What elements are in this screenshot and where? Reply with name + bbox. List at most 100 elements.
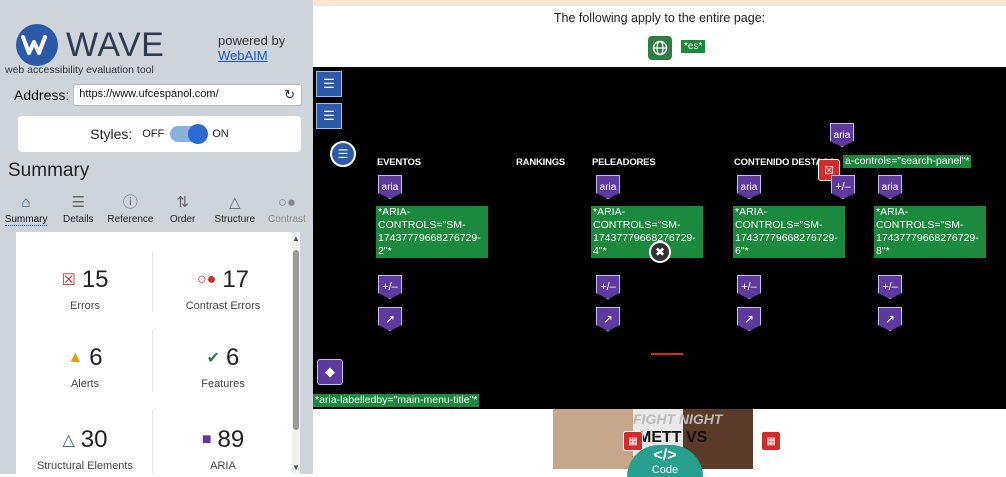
apply-text: The following apply to the entire page: <box>553 11 766 25</box>
code-toggle-button[interactable]: </> Code <box>627 445 703 477</box>
home-icon: ⌂ <box>21 194 31 211</box>
stat-value: 6 <box>226 344 240 371</box>
expand-toggle-icon[interactable]: +/– <box>878 275 902 299</box>
code-label: Code <box>651 464 679 476</box>
address-bar: Address: https://www.ufcespanol.com/ ↻ <box>14 84 302 106</box>
scroll-down-icon[interactable]: ▼ <box>292 463 300 472</box>
contrast-error-icon: ○● <box>196 271 217 288</box>
tab-label: Structure <box>214 214 256 225</box>
address-value: https://www.ufcespanol.com/ <box>79 88 219 100</box>
expand-toggle-icon[interactable]: +/– <box>378 275 402 299</box>
webaim-link[interactable]: WebAIM <box>218 48 285 63</box>
close-circle-icon[interactable]: ✖ <box>649 241 671 263</box>
stat-aria[interactable]: ■ 89 ARIA <box>154 426 292 472</box>
stat-contrast-errors[interactable]: ○● 17 Contrast Errors <box>154 266 292 312</box>
aria-icon: ■ <box>201 431 212 448</box>
nav-menu-area: ☰ ☰ ☰ aria EVENTOS RANKINGS PELEADORES C… <box>313 67 1006 409</box>
feature-icon: ✔ <box>206 350 221 367</box>
tab-label: Summary <box>4 214 48 226</box>
image-error-icon[interactable]: ▦ <box>761 431 781 451</box>
external-link-icon[interactable]: ↗ <box>596 307 620 331</box>
aria-label: aria <box>881 181 899 193</box>
external-link-icon[interactable]: ↗ <box>878 307 902 331</box>
tag-icon[interactable]: ◆ <box>317 359 343 385</box>
stat-alerts[interactable]: ▲ 6 Alerts <box>16 344 154 390</box>
language-code-label: *es* <box>681 40 706 53</box>
error-icon: ☒ <box>61 272 76 289</box>
aria-label: aria <box>381 181 399 193</box>
tab-details[interactable]: ☰ Details <box>52 190 104 232</box>
aria-icon[interactable]: aria <box>596 175 620 199</box>
stat-label: Structural Elements <box>37 460 133 472</box>
tab-structure[interactable]: △ Structure <box>209 190 261 232</box>
active-underline <box>651 353 683 355</box>
scroll-up-icon[interactable]: ▲ <box>292 234 300 243</box>
external-link-icon[interactable]: ↗ <box>378 307 402 331</box>
stat-value: 30 <box>80 426 108 453</box>
stat-label: Contrast Errors <box>185 300 261 312</box>
tagline: web accessibility evaluation tool <box>5 64 154 76</box>
wave-logo[interactable]: WAVE <box>16 24 164 66</box>
powered-by-text: powered by <box>218 33 286 48</box>
aria-icon[interactable]: aria <box>830 123 854 147</box>
structure-icon: △ <box>62 432 75 449</box>
stat-features[interactable]: ✔ 6 Features <box>154 344 292 390</box>
tab-order[interactable]: ⇅ Order <box>157 190 209 232</box>
address-input[interactable]: https://www.ufcespanol.com/ ↻ <box>73 84 302 106</box>
scroll-thumb[interactable] <box>293 250 299 430</box>
aria-icon[interactable]: aria <box>737 175 761 199</box>
reload-icon[interactable]: ↻ <box>284 87 295 103</box>
page-preview: The following apply to the entire page: … <box>313 6 1006 477</box>
summary-panel: ☒ 15 Errors ○● 17 Contrast Errors ▲ 6 Alert… <box>16 232 292 474</box>
summary-tabs: ⌂ Summary ☰ Details ⓘ Reference ⇅ Order … <box>0 190 313 232</box>
nav-item-eventos[interactable]: EVENTOS <box>377 157 421 168</box>
toggle-knob <box>188 124 209 144</box>
list-structure-icon[interactable]: ☰ <box>316 103 342 129</box>
pm-label: +/– <box>741 281 757 293</box>
external-link-icon[interactable]: ↗ <box>737 307 761 331</box>
tab-label: Reference <box>107 214 154 225</box>
language-icon[interactable] <box>648 36 672 60</box>
aria-icon[interactable]: aria <box>878 175 902 199</box>
tab-summary[interactable]: ⌂ Summary <box>0 190 52 232</box>
info-icon: ⓘ <box>122 194 138 211</box>
tab-contrast[interactable]: ○● Contrast <box>261 190 313 232</box>
stat-label: Errors <box>70 300 100 312</box>
fighter-left <box>553 409 633 469</box>
styles-toggle[interactable] <box>170 124 209 144</box>
expand-toggle-icon[interactable]: +/– <box>831 175 855 199</box>
wave-logo-icon <box>16 24 58 66</box>
list-round-icon[interactable]: ☰ <box>330 141 356 167</box>
expand-toggle-icon[interactable]: +/– <box>737 275 761 299</box>
hero-area: FIGHT NIGHT METT VS ▦ ▦ </> Code <box>313 409 1006 477</box>
stat-label: ARIA <box>210 460 236 472</box>
stat-structural[interactable]: △ 30 Structural Elements <box>16 426 154 472</box>
nav-item-peleadores[interactable]: PELEADORES <box>592 157 656 168</box>
pm-label: +/– <box>600 281 616 293</box>
logo-text: WAVE <box>66 25 165 64</box>
styles-on-label: ON <box>212 128 229 140</box>
nav-item-rankings[interactable]: RANKINGS <box>516 157 565 168</box>
stat-label: Features <box>201 378 245 390</box>
aria-labelledby-label: *aria-labelledby="main-menu-title"* <box>313 394 480 407</box>
aria-label: aria <box>833 129 851 141</box>
aria-controls-label: *ARIA-CONTROLS="SM-17437779668276729-4"* <box>591 206 703 258</box>
address-label: Address: <box>14 87 70 103</box>
tab-reference[interactable]: ⓘ Reference <box>104 190 156 232</box>
aria-controls-label: *ARIA-CONTROLS="SM-17437779668276729-8"* <box>874 206 986 258</box>
stat-value: 89 <box>217 426 245 453</box>
order-icon: ⇅ <box>176 194 189 211</box>
stat-label: Alerts <box>70 378 100 390</box>
aria-icon[interactable]: aria <box>378 175 402 199</box>
aria-label: aria <box>599 181 617 193</box>
aria-controls-search: a-controls="search-panel"* <box>843 155 972 168</box>
stat-value: 15 <box>81 266 109 293</box>
poster-brand: FIGHT NIGHT <box>633 411 723 427</box>
list-structure-icon[interactable]: ☰ <box>316 71 342 97</box>
summary-scrollbar[interactable]: ▲ ▼ <box>292 232 300 474</box>
expand-toggle-icon[interactable]: +/– <box>596 275 620 299</box>
aria-controls-label: *ARIA-CONTROLS="SM-17437779668276729-2"* <box>376 206 488 258</box>
code-icon: </> <box>653 447 677 464</box>
tab-label: Contrast <box>268 214 306 225</box>
stat-errors[interactable]: ☒ 15 Errors <box>16 266 154 312</box>
